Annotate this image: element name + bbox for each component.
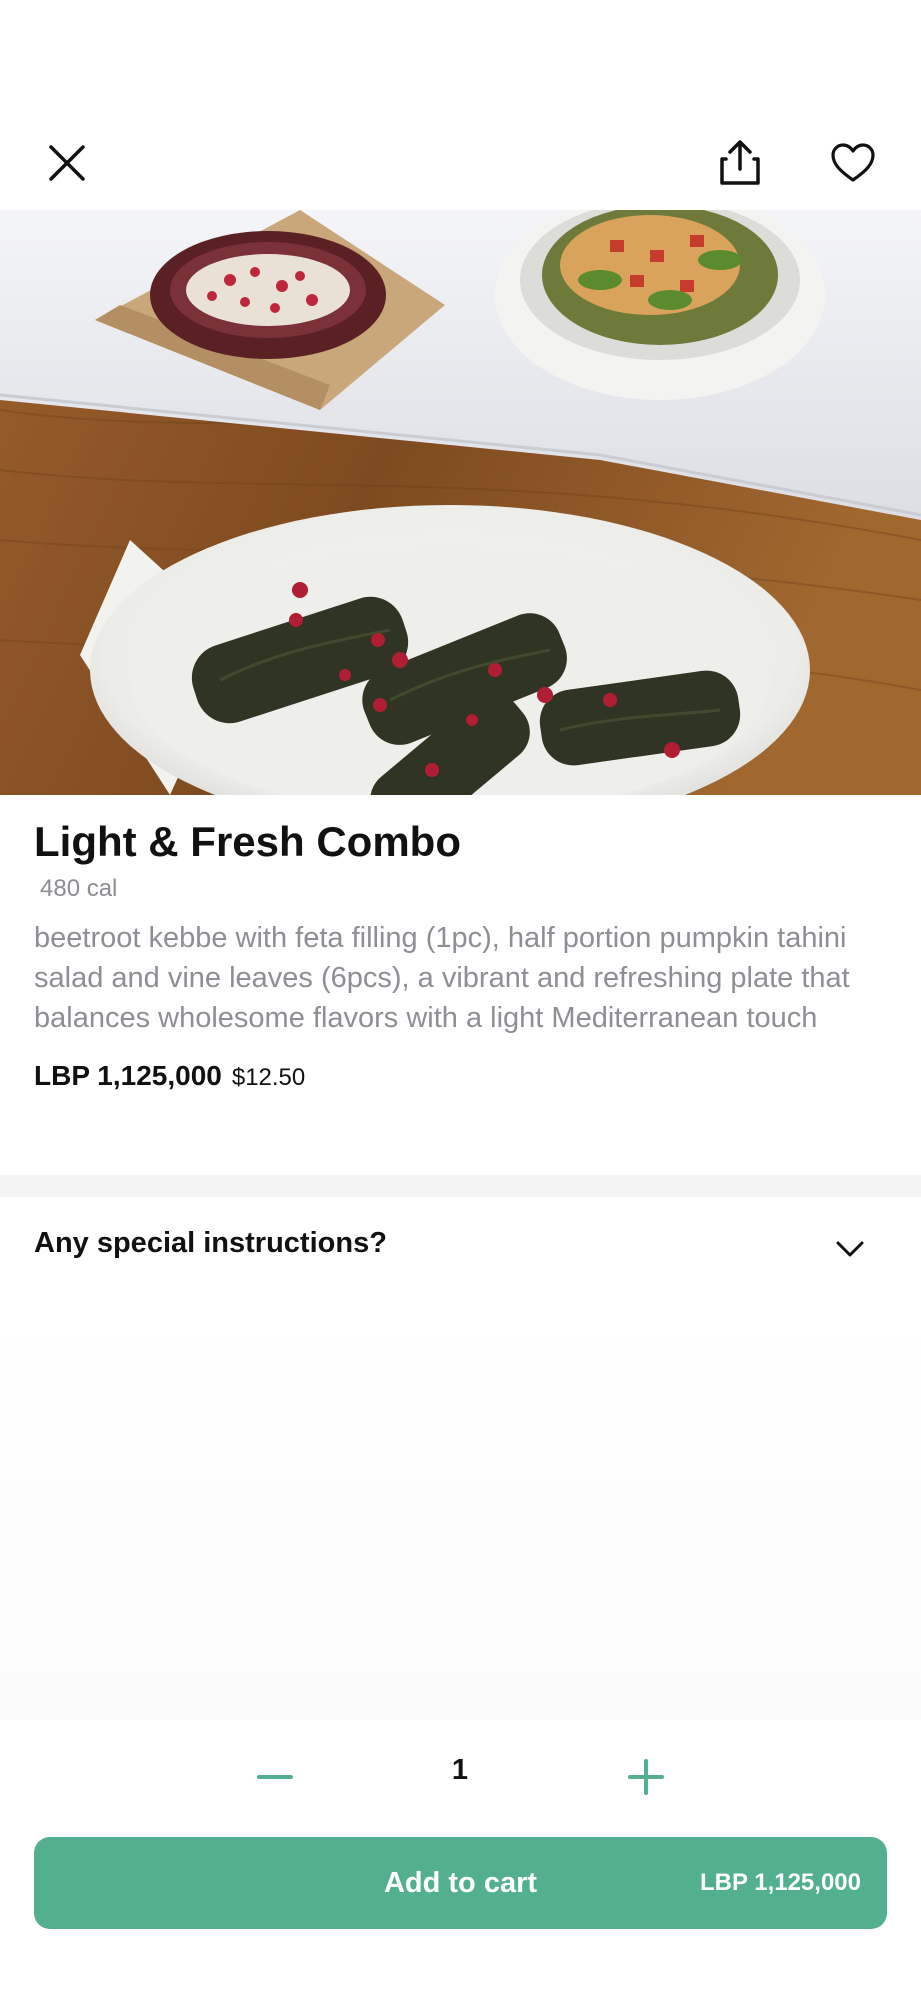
content-area	[0, 1305, 921, 1720]
decrease-quantity-button[interactable]	[240, 1742, 310, 1812]
share-icon	[720, 140, 760, 185]
food-image	[0, 210, 921, 795]
heart-icon	[831, 143, 875, 182]
quantity-value: 1	[451, 1754, 469, 1786]
item-calories: 480 cal	[40, 875, 118, 902]
plus-icon	[628, 1759, 664, 1795]
item-description: beetroot kebbe with feta filling (1pc), …	[34, 922, 850, 1034]
add-to-cart-button[interactable]: Add to cart LBP 1,125,000	[34, 1837, 887, 1929]
bottom-bar: 1 Add to cart LBP 1,125,000	[0, 1720, 921, 2001]
favorite-button[interactable]	[819, 129, 887, 197]
top-bar	[0, 0, 921, 210]
item-photo	[0, 210, 921, 795]
special-instructions-toggle[interactable]: Any special instructions?	[0, 1197, 921, 1305]
price-usd: $12.50	[231, 1064, 306, 1091]
section-divider	[0, 1175, 921, 1197]
price-row: LBP 1,125,000 $12.50	[34, 1060, 894, 1092]
share-button[interactable]	[706, 129, 774, 197]
close-icon	[49, 145, 85, 181]
item-title: Light & Fresh Combo	[34, 818, 461, 865]
increase-quantity-button[interactable]	[611, 1742, 681, 1812]
quantity-stepper: 1	[0, 1720, 921, 1840]
cart-total: LBP 1,125,000	[699, 1869, 861, 1896]
chevron-down-icon	[836, 1241, 864, 1257]
close-button[interactable]	[33, 129, 101, 197]
item-details: Light & Fresh Combo 480 cal beetroot keb…	[34, 814, 894, 1092]
minus-icon	[257, 1775, 293, 1779]
price-lbp: LBP 1,125,000	[34, 1060, 222, 1091]
special-instructions-label: Any special instructions?	[34, 1227, 387, 1259]
